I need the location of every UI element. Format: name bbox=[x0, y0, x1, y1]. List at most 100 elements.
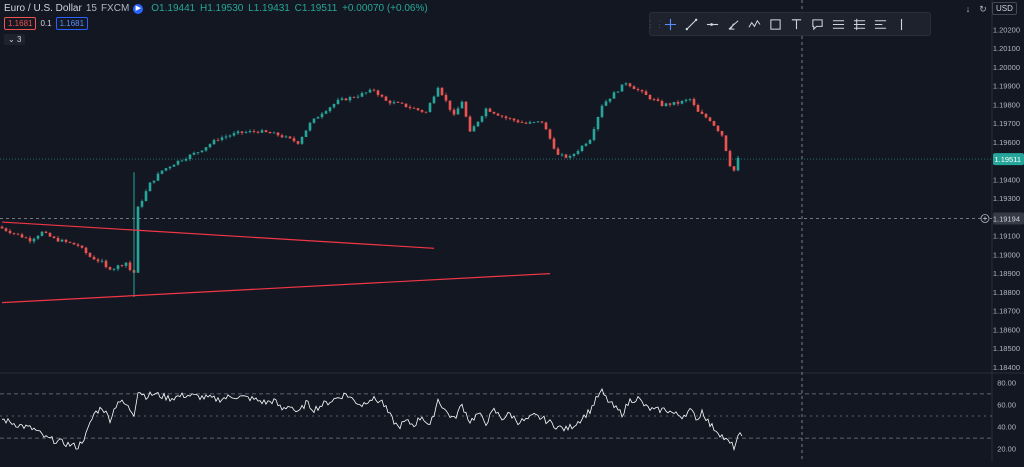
symbol-header: Euro / U.S. Dollar 15 FXCM ▶ O1.19441 H1… bbox=[4, 3, 430, 14]
candle-body bbox=[180, 160, 184, 162]
candle-body bbox=[92, 256, 96, 260]
candle-body bbox=[224, 136, 228, 138]
refresh-icon[interactable]: ↻ bbox=[977, 3, 989, 15]
price-axis-tick: 1.19800 bbox=[993, 100, 1020, 109]
candle-body bbox=[344, 98, 348, 101]
symbol-name[interactable]: Euro / U.S. Dollar bbox=[4, 3, 82, 14]
candle-body bbox=[648, 94, 652, 100]
callout-icon[interactable] bbox=[807, 13, 828, 35]
vertical-line-icon[interactable] bbox=[891, 13, 912, 35]
candle-body bbox=[444, 95, 448, 101]
candle-body bbox=[56, 238, 60, 242]
long-position-icon[interactable] bbox=[828, 13, 849, 35]
candle-body bbox=[328, 107, 332, 112]
candle-body bbox=[512, 118, 516, 121]
currency-selector[interactable]: USD bbox=[992, 2, 1017, 15]
candle-body bbox=[88, 252, 92, 257]
candle-body bbox=[188, 154, 192, 160]
price-range-icon[interactable] bbox=[870, 13, 891, 35]
candle-body bbox=[96, 259, 100, 262]
candle-body bbox=[252, 131, 256, 132]
candle-body bbox=[264, 130, 268, 133]
candle-body bbox=[80, 245, 84, 248]
candle-body bbox=[588, 140, 592, 144]
candle-body bbox=[736, 157, 740, 171]
candle-body bbox=[64, 239, 68, 242]
candle-body bbox=[684, 99, 688, 101]
candle-body bbox=[244, 132, 248, 133]
candle-body bbox=[36, 235, 40, 239]
path-icon[interactable] bbox=[744, 13, 765, 35]
oscillator-axis-tick: 20.00 bbox=[997, 445, 1016, 454]
candle-body bbox=[140, 201, 144, 207]
oscillator-axis-tick: 60.00 bbox=[997, 400, 1016, 409]
chart-svg[interactable]: 1.20200 1.20100 1.20000 1.19900 1.19800 1.197… bbox=[0, 0, 1024, 462]
drag-handle-icon[interactable]: ⋮⋮ bbox=[646, 13, 664, 35]
candle-body bbox=[320, 113, 324, 118]
candle-body bbox=[84, 247, 88, 253]
candle-body bbox=[316, 117, 320, 119]
candle-body bbox=[228, 135, 232, 137]
candle-body bbox=[144, 191, 148, 202]
chart-area[interactable]: 1.20200 1.20100 1.20000 1.19900 1.19800 1.197… bbox=[0, 0, 1024, 462]
candle-body bbox=[600, 105, 604, 118]
candle-body bbox=[68, 241, 72, 243]
candle-body bbox=[44, 231, 48, 233]
price-axis-tick: 1.18600 bbox=[993, 325, 1020, 334]
candle-body bbox=[660, 100, 664, 107]
oscillator-axis-tick: 40.00 bbox=[997, 423, 1016, 432]
crosshair-price-label: 1.19194 bbox=[993, 214, 1020, 223]
candle-body bbox=[568, 156, 572, 158]
candle-body bbox=[540, 121, 544, 123]
candle-body bbox=[432, 96, 436, 104]
text-icon[interactable] bbox=[786, 13, 807, 35]
candle-body bbox=[620, 84, 624, 92]
candle-body bbox=[156, 173, 160, 181]
trend-line-icon[interactable] bbox=[681, 13, 702, 35]
candle-body bbox=[272, 132, 276, 134]
candle-body bbox=[204, 147, 208, 151]
sell-button[interactable]: 1.1681 bbox=[4, 17, 37, 30]
candle-body bbox=[724, 135, 728, 151]
interval-label[interactable]: 15 bbox=[86, 3, 97, 14]
open-value: O1.19441 bbox=[151, 3, 196, 14]
candle-body bbox=[624, 83, 628, 85]
candle-body bbox=[640, 90, 644, 92]
candle-body bbox=[572, 153, 576, 157]
candle-body bbox=[200, 150, 204, 153]
crosshair-icon[interactable] bbox=[660, 13, 681, 35]
candle-body bbox=[528, 122, 532, 124]
download-arrow-icon[interactable]: ↓ bbox=[962, 3, 974, 15]
candle-body bbox=[152, 180, 156, 183]
candle-body bbox=[236, 131, 240, 134]
candle-body bbox=[732, 166, 736, 171]
candle-body bbox=[532, 121, 536, 123]
candle-body bbox=[468, 116, 472, 132]
candle-body bbox=[76, 244, 80, 246]
candle-body bbox=[496, 113, 500, 116]
candle-body bbox=[616, 91, 620, 93]
candle-body bbox=[652, 99, 656, 100]
horizontal-ray-icon[interactable] bbox=[702, 13, 723, 35]
candle-body bbox=[348, 97, 352, 101]
indicators-collapse-button[interactable]: ⌄ 3 bbox=[4, 34, 26, 45]
candle-body bbox=[716, 125, 720, 132]
candle-body bbox=[492, 111, 496, 114]
rectangle-icon[interactable] bbox=[765, 13, 786, 35]
buy-button[interactable]: 1.1681 bbox=[55, 17, 89, 30]
short-position-icon[interactable] bbox=[849, 13, 870, 35]
candle-body bbox=[304, 130, 308, 137]
candle-body bbox=[4, 228, 8, 231]
candle-body bbox=[60, 239, 64, 242]
replay-icon[interactable]: ▶ bbox=[133, 3, 144, 14]
pitchfork-icon[interactable] bbox=[723, 13, 744, 35]
candle-body bbox=[280, 135, 284, 138]
price-axis-tick: 1.20200 bbox=[993, 25, 1020, 34]
candle-body bbox=[628, 83, 632, 87]
price-axis-tick: 1.19700 bbox=[993, 119, 1020, 128]
candle-body bbox=[544, 122, 548, 130]
candle-body bbox=[176, 160, 180, 165]
trendline bbox=[1, 221, 435, 249]
candle-body bbox=[456, 108, 460, 115]
candle-body bbox=[612, 92, 616, 99]
